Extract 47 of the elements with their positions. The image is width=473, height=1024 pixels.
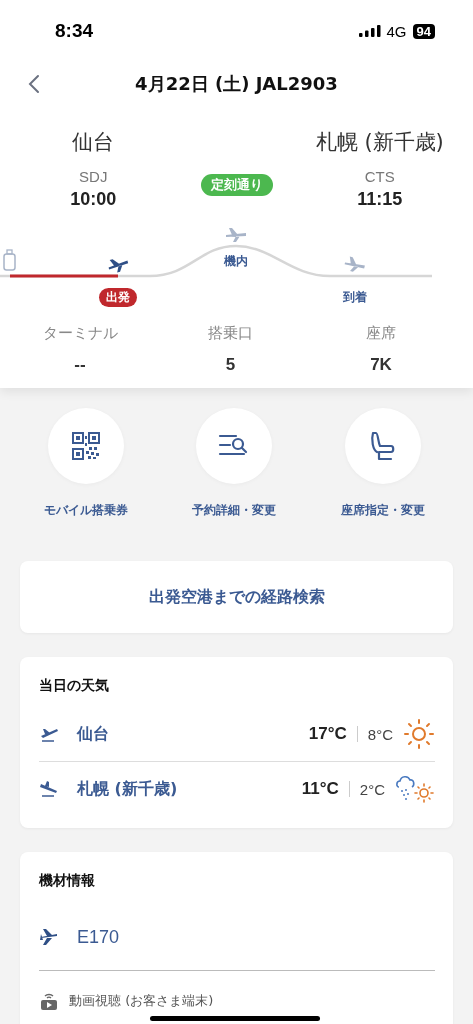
action-label: 予約詳細・変更	[192, 502, 277, 519]
low-temperature: 2°C	[359, 780, 385, 798]
service-label: 動画視聴 (お客さま端末)	[69, 992, 214, 1010]
action-label: モバイル搭乗券	[44, 502, 129, 519]
stage-label: 機内	[223, 253, 249, 270]
detail-value: 5	[225, 355, 236, 375]
route-search-button[interactable]: 出発空港までの経路検索	[20, 561, 453, 633]
detail-label: ターミナル	[42, 324, 118, 343]
high-temperature: 17°C	[308, 724, 347, 744]
landing-icon	[39, 780, 59, 798]
card-title: 機材情報	[39, 872, 96, 890]
departure-city: 仙台	[72, 129, 115, 156]
seat-icon	[368, 430, 397, 462]
card-title: 当日の天気	[39, 677, 110, 695]
detail-value: 7K	[370, 355, 392, 375]
action-label: 座席指定・変更	[340, 502, 425, 519]
qr-code-icon	[71, 431, 102, 461]
departure-code: SDJ	[79, 168, 108, 185]
luggage-icon	[3, 249, 16, 271]
signal-icon	[358, 25, 381, 37]
stage-label: 到着	[342, 289, 368, 306]
takeoff-plane-icon	[108, 259, 129, 273]
airplane-icon	[39, 927, 59, 947]
status-badge: 定刻通り	[200, 174, 273, 196]
departure-time: 10:00	[70, 189, 117, 210]
low-temperature: 8°C	[367, 725, 393, 743]
wireless-video-icon	[39, 991, 59, 1011]
status-time: 8:34	[55, 20, 94, 42]
stage-label: 出発	[99, 288, 137, 307]
detail-label: 座席	[366, 324, 396, 343]
arrival-city: 札幌 (新千歳)	[315, 129, 444, 156]
high-temperature: 11°C	[301, 779, 339, 799]
arrival-time: 11:15	[357, 189, 403, 210]
sun-icon	[403, 718, 435, 750]
network-label: 4G	[386, 22, 407, 40]
landing-plane-icon	[344, 256, 365, 272]
flight-title: 4月22日 (土) JAL2903	[135, 72, 338, 96]
weather-city: 仙台	[77, 723, 110, 745]
detail-label: 搭乗口	[208, 324, 253, 343]
battery-level: 94	[412, 23, 435, 39]
detail-value: --	[74, 355, 86, 375]
plane-icon	[226, 228, 246, 242]
arrival-code: CTS	[364, 168, 395, 185]
back-icon[interactable]	[28, 74, 40, 94]
rain-and-sun-icon	[395, 774, 435, 804]
aircraft-type: E170	[77, 926, 120, 948]
weather-city: 札幌 (新千歳)	[77, 778, 179, 800]
